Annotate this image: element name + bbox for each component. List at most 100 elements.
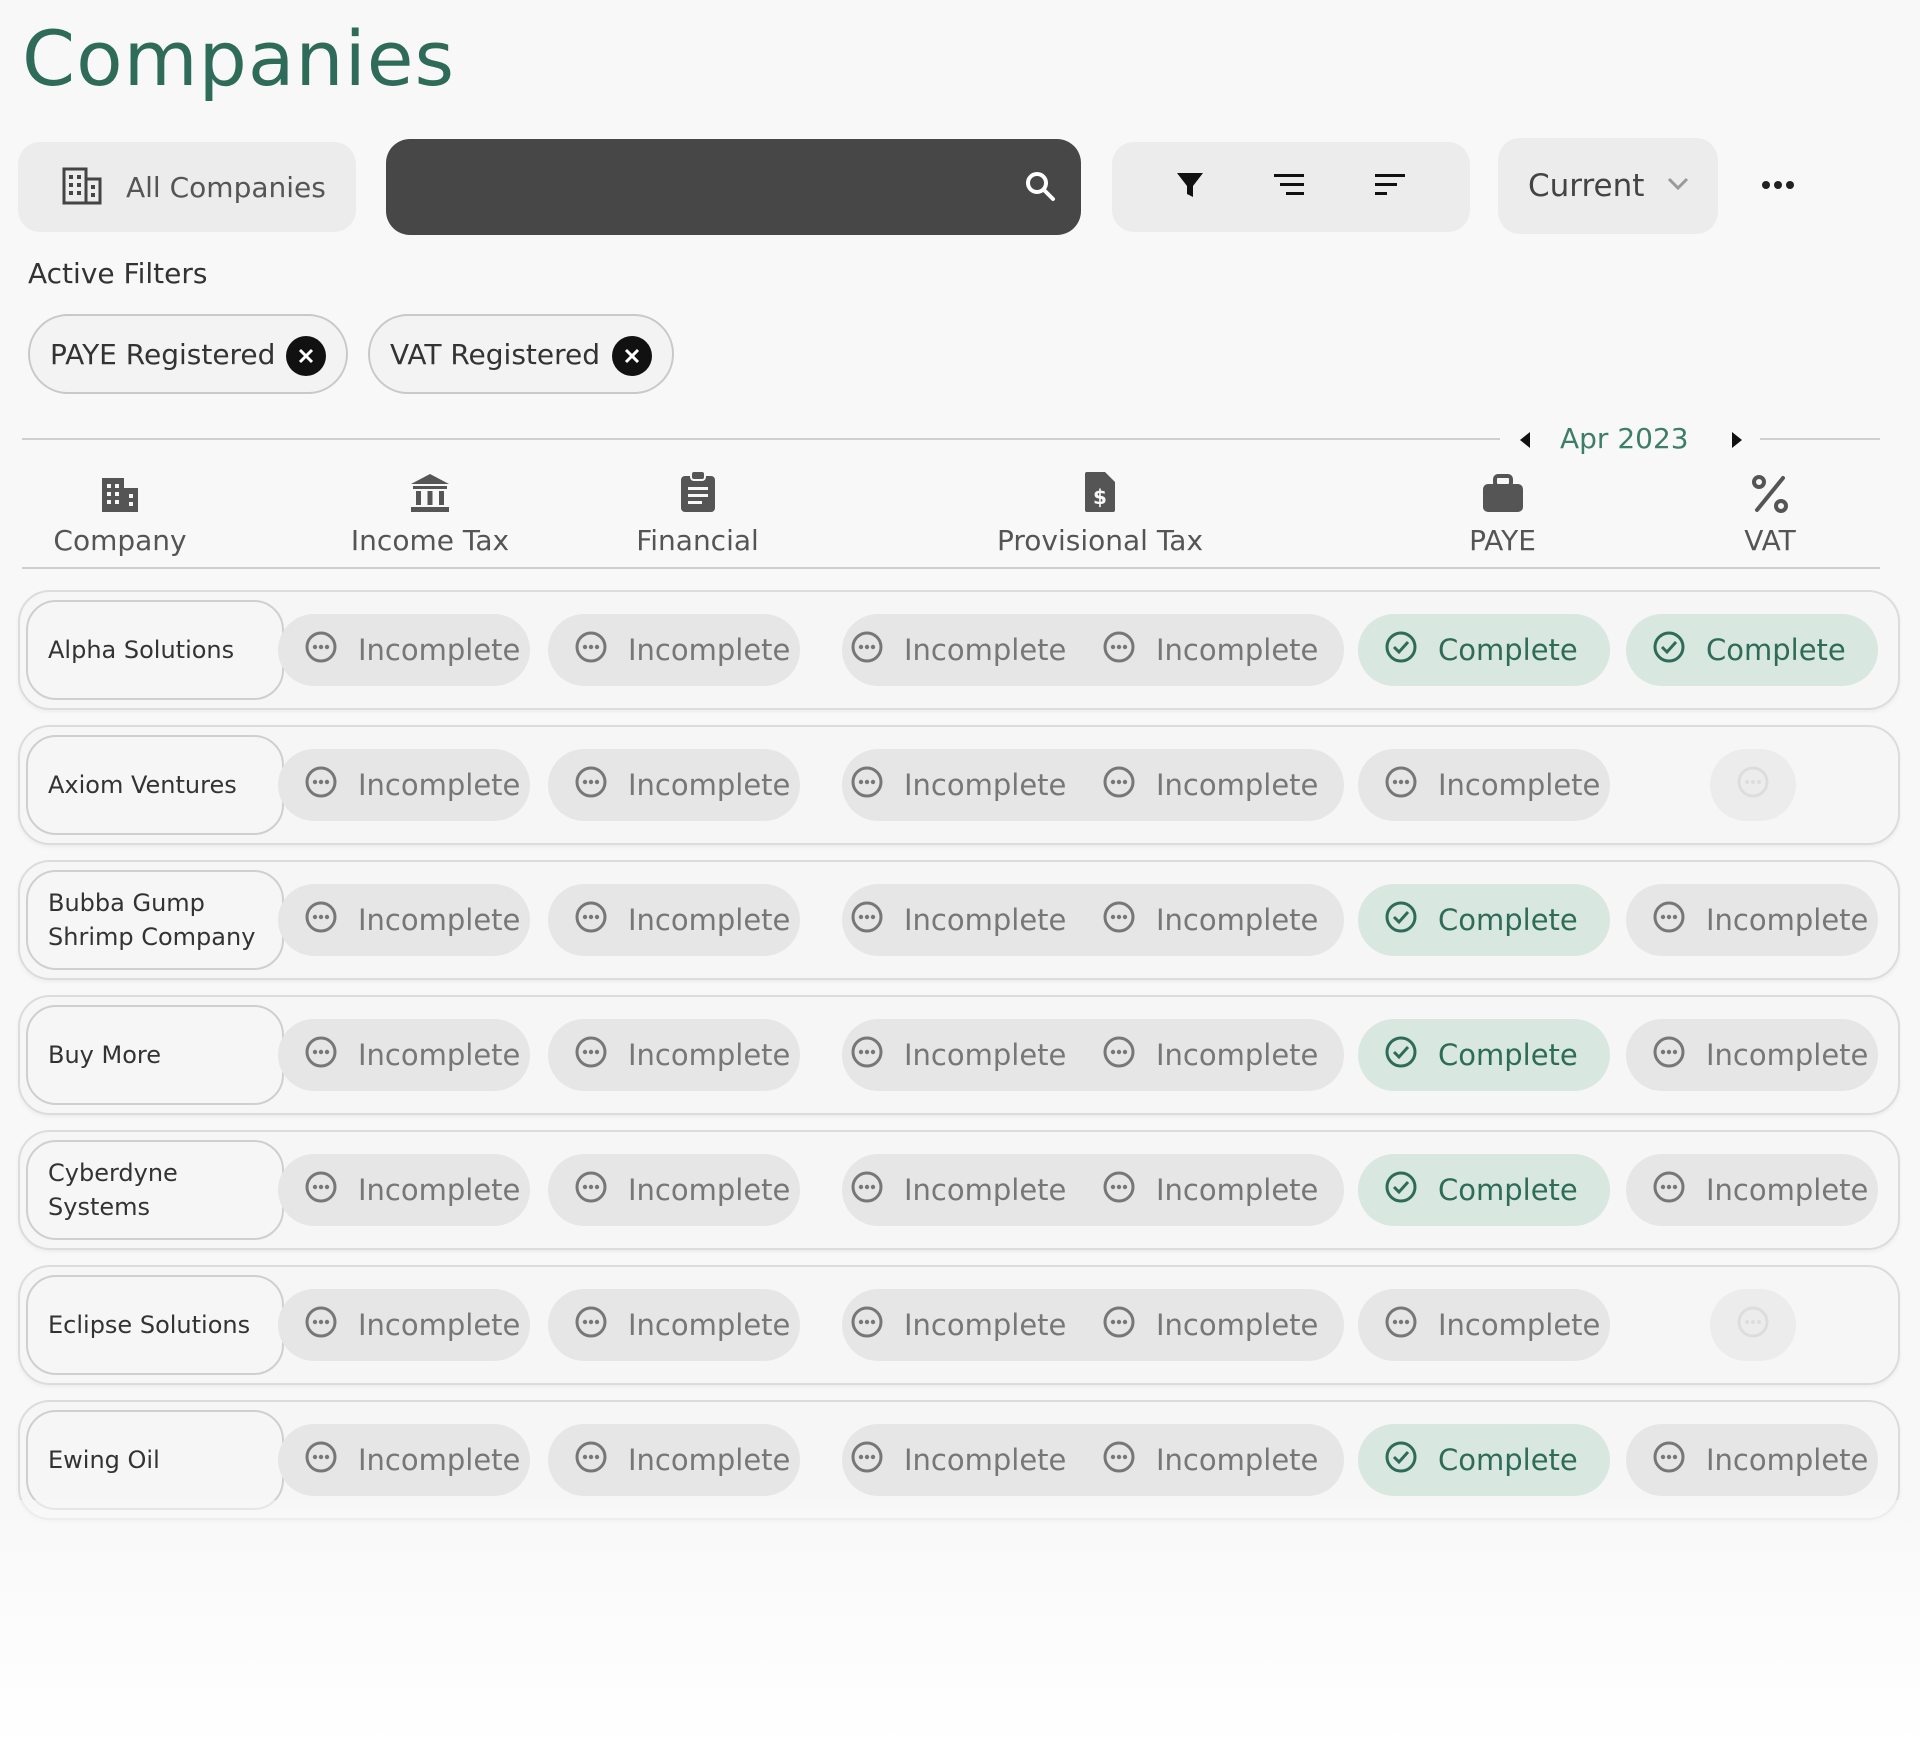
- company-name[interactable]: Bubba Gump Shrimp Company: [26, 870, 284, 970]
- filter-chip-label: VAT Registered: [390, 337, 601, 371]
- status-badge-paye[interactable]: Complete: [1358, 1154, 1610, 1226]
- more-circle-icon: [1652, 1170, 1686, 1211]
- status-label: Incomplete: [1156, 1443, 1319, 1477]
- period-dropdown-value: Current: [1528, 168, 1645, 204]
- status-badge-provisional-2[interactable]: Incomplete: [1076, 1424, 1326, 1496]
- remove-filter-icon[interactable]: [612, 336, 652, 376]
- status-badge-provisional-2[interactable]: Incomplete: [1076, 1019, 1326, 1091]
- status-badge-income-tax[interactable]: Incomplete: [278, 1019, 530, 1091]
- more-options-icon[interactable]: [1756, 170, 1800, 200]
- status-badge-vat[interactable]: Incomplete: [1626, 1154, 1878, 1226]
- status-badge-provisional-1[interactable]: Incomplete: [824, 749, 1076, 821]
- divider: [1760, 438, 1880, 440]
- status-label: Incomplete: [1156, 768, 1319, 802]
- column-header-provisional-tax[interactable]: $ Provisional Tax: [980, 466, 1220, 557]
- company-name[interactable]: Axiom Ventures: [26, 735, 284, 835]
- company-name[interactable]: Buy More: [26, 1005, 284, 1105]
- status-badge-vat[interactable]: Incomplete: [1626, 884, 1878, 956]
- status-badge-income-tax[interactable]: Incomplete: [278, 884, 530, 956]
- status-label: Complete: [1438, 633, 1578, 667]
- table-row[interactable]: Axiom Ventures Incomplete Incomplete Incomp…: [18, 725, 1900, 845]
- group-lines-icon[interactable]: [1271, 170, 1307, 205]
- company-name[interactable]: Alpha Solutions: [26, 600, 284, 700]
- more-circle-icon: [574, 1440, 608, 1481]
- status-badge-financial[interactable]: Incomplete: [548, 614, 800, 686]
- status-badge-paye[interactable]: Incomplete: [1358, 1289, 1610, 1361]
- table-row[interactable]: Bubba Gump Shrimp Company Incomplete Incom…: [18, 860, 1900, 980]
- status-badge-income-tax[interactable]: Incomplete: [278, 749, 530, 821]
- status-badge-provisional-1[interactable]: Incomplete: [824, 614, 1076, 686]
- status-badge-provisional-1[interactable]: Incomplete: [824, 1019, 1076, 1091]
- status-badge-provisional-2[interactable]: Incomplete: [1076, 884, 1326, 956]
- table-row[interactable]: Eclipse Solutions Incomplete Incomplete Inc…: [18, 1265, 1900, 1385]
- status-badge-income-tax[interactable]: Incomplete: [278, 614, 530, 686]
- status-badge-financial[interactable]: Incomplete: [548, 1289, 800, 1361]
- status-badge-vat[interactable]: Incomplete: [1626, 1424, 1878, 1496]
- status-label: Incomplete: [1438, 1308, 1601, 1342]
- more-circle-icon: [574, 765, 608, 806]
- status-badge-financial[interactable]: Incomplete: [548, 884, 800, 956]
- status-badge-provisional-1[interactable]: Incomplete: [824, 1424, 1076, 1496]
- column-header-company[interactable]: Company: [40, 466, 200, 557]
- company-name[interactable]: Eclipse Solutions: [26, 1275, 284, 1375]
- status-badge-provisional-2[interactable]: Incomplete: [1076, 749, 1326, 821]
- status-badge-vat[interactable]: Incomplete: [1626, 1019, 1878, 1091]
- filter-icon[interactable]: [1174, 169, 1206, 206]
- status-badge-provisional-1[interactable]: Incomplete: [824, 884, 1076, 956]
- remove-filter-icon[interactable]: [286, 336, 326, 376]
- status-badge-provisional-2[interactable]: Incomplete: [1076, 614, 1326, 686]
- status-badge-financial[interactable]: Incomplete: [548, 1019, 800, 1091]
- status-badge-financial[interactable]: Incomplete: [548, 1424, 800, 1496]
- status-badge-vat[interactable]: [1710, 1289, 1796, 1361]
- status-label: Incomplete: [358, 1038, 521, 1072]
- chevron-down-icon: [1666, 176, 1690, 197]
- status-badge-paye[interactable]: Complete: [1358, 1019, 1610, 1091]
- next-period-icon[interactable]: [1732, 432, 1742, 448]
- sort-icon[interactable]: [1372, 170, 1408, 205]
- table-row[interactable]: Cyberdyne Systems Incomplete Incomplete Inc…: [18, 1130, 1900, 1250]
- status-badge-vat[interactable]: Complete: [1626, 614, 1878, 686]
- status-badge-paye[interactable]: Incomplete: [1358, 749, 1610, 821]
- status-badge-paye[interactable]: Complete: [1358, 1424, 1610, 1496]
- status-badge-provisional-1[interactable]: Incomplete: [824, 1154, 1076, 1226]
- status-badge-vat[interactable]: [1710, 749, 1796, 821]
- status-badge-income-tax[interactable]: Incomplete: [278, 1424, 530, 1496]
- company-name[interactable]: Cyberdyne Systems: [26, 1140, 284, 1240]
- status-badge-provisional-2[interactable]: Incomplete: [1076, 1154, 1326, 1226]
- status-badge-provisional-1[interactable]: Incomplete: [824, 1289, 1076, 1361]
- column-header-label: PAYE: [1469, 524, 1536, 557]
- status-badge-paye[interactable]: Complete: [1358, 884, 1610, 956]
- column-header-income-tax[interactable]: Income Tax: [340, 466, 520, 557]
- status-badge-provisional-2[interactable]: Incomplete: [1076, 1289, 1326, 1361]
- column-header-label: VAT: [1744, 524, 1796, 557]
- previous-period-icon[interactable]: [1520, 432, 1530, 448]
- status-badge-income-tax[interactable]: Incomplete: [278, 1154, 530, 1226]
- period-dropdown[interactable]: Current: [1498, 138, 1718, 234]
- status-badge-income-tax[interactable]: Incomplete: [278, 1289, 530, 1361]
- status-badge-financial[interactable]: Incomplete: [548, 749, 800, 821]
- more-circle-icon: [850, 1170, 884, 1211]
- more-circle-icon: [304, 1170, 338, 1211]
- search-icon[interactable]: [1023, 169, 1059, 210]
- status-label: Incomplete: [628, 1443, 791, 1477]
- status-label: Incomplete: [358, 768, 521, 802]
- all-companies-button[interactable]: All Companies: [18, 142, 356, 232]
- column-header-financial[interactable]: Financial: [610, 466, 785, 557]
- status-label: Incomplete: [904, 633, 1067, 667]
- column-header-vat[interactable]: VAT: [1710, 466, 1830, 557]
- more-circle-icon: [304, 1035, 338, 1076]
- divider: [22, 567, 1880, 569]
- search-bar[interactable]: [386, 139, 1081, 235]
- more-circle-icon: [574, 900, 608, 941]
- table-row[interactable]: Alpha Solutions Incomplete Incomplete Incom…: [18, 590, 1900, 710]
- company-name[interactable]: Ewing Oil: [26, 1410, 284, 1510]
- status-label: Complete: [1438, 1173, 1578, 1207]
- more-circle-icon: [1652, 1035, 1686, 1076]
- table-row[interactable]: Buy More Incomplete Incomplete Incomplete In…: [18, 995, 1900, 1115]
- status-badge-paye[interactable]: Complete: [1358, 614, 1610, 686]
- status-label: Incomplete: [1706, 1443, 1869, 1477]
- column-header-paye[interactable]: PAYE: [1430, 466, 1575, 557]
- column-header-label: Financial: [636, 524, 759, 557]
- search-input[interactable]: [410, 163, 990, 211]
- status-badge-financial[interactable]: Incomplete: [548, 1154, 800, 1226]
